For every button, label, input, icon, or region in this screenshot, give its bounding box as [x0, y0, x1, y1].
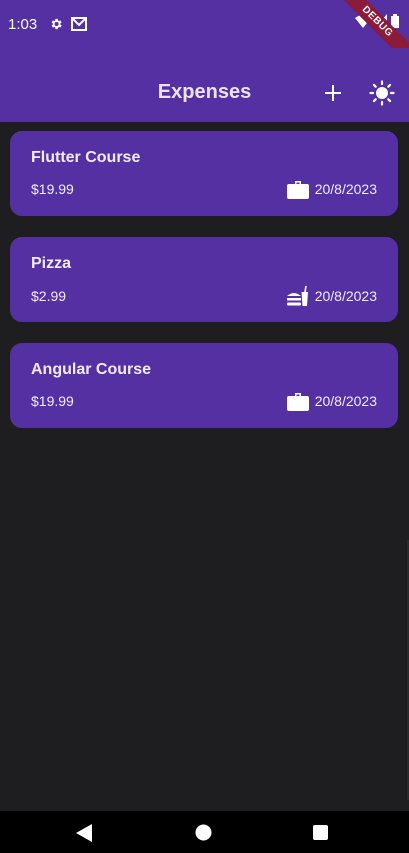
expense-title: Pizza [31, 255, 72, 272]
expense-card[interactable]: Flutter Course $19.99 20/8/2023 [10, 131, 398, 216]
home-icon [195, 824, 212, 841]
food-icon [286, 285, 308, 306]
system-nav-bar [0, 811, 409, 853]
recents-icon [313, 825, 328, 840]
expense-date: 20/8/2023 [314, 393, 377, 409]
expense-details: $19.99 20/8/2023 [31, 391, 377, 411]
toggle-theme-button[interactable] [367, 78, 397, 108]
expense-meta: 20/8/2023 [286, 391, 377, 411]
status-bar: 1:03 [0, 0, 409, 48]
recents-button[interactable] [313, 825, 328, 845]
expense-date: 20/8/2023 [314, 288, 377, 304]
expense-meta: 20/8/2023 [286, 179, 377, 199]
expense-amount: $19.99 [31, 393, 74, 409]
expense-title: Angular Course [31, 361, 152, 378]
back-button[interactable] [76, 824, 92, 847]
status-time: 1:03 [8, 15, 38, 33]
home-button[interactable] [195, 824, 212, 846]
expense-meta: 20/8/2023 [286, 285, 377, 307]
app-bar: Expenses [0, 48, 409, 122]
expense-card[interactable]: Pizza $2.99 20/8/2023 [10, 237, 398, 322]
expense-details: $19.99 20/8/2023 [31, 179, 377, 199]
expense-amount: $19.99 [31, 181, 74, 197]
expense-title: Flutter Course [31, 149, 141, 166]
expense-details: $2.99 20/8/2023 [31, 285, 377, 307]
brightness-icon [369, 80, 395, 106]
back-icon [76, 824, 92, 842]
expense-amount: $2.99 [31, 288, 67, 304]
gmail-icon [71, 17, 88, 31]
expense-list: Flutter Course $19.99 20/8/2023 Pizza $2… [10, 131, 398, 449]
work-icon [286, 393, 309, 411]
expense-card[interactable]: Angular Course $19.99 20/8/2023 [10, 343, 398, 428]
gear-icon [49, 17, 63, 31]
expense-date: 20/8/2023 [314, 181, 377, 197]
add-icon [325, 85, 341, 101]
work-icon [286, 181, 309, 199]
add-expense-button[interactable] [318, 78, 348, 108]
